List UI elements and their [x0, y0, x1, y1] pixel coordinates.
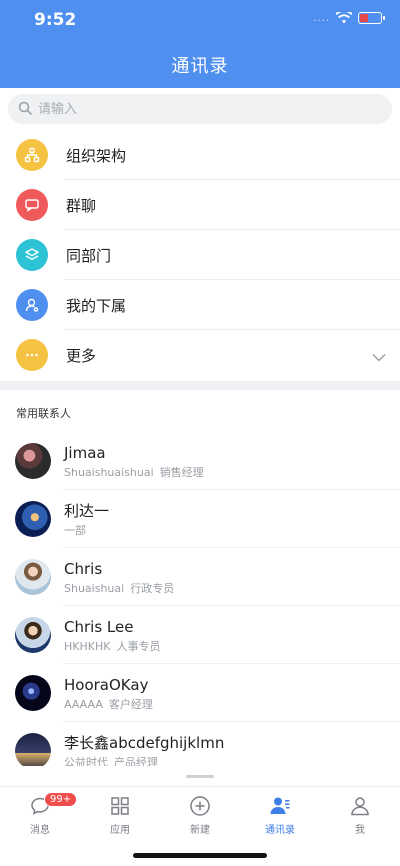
tab-label: 通讯录 — [265, 825, 295, 836]
status-icons: .... — [313, 12, 385, 24]
search-input[interactable] — [38, 101, 358, 117]
menu-item-more[interactable]: 更多 — [0, 330, 400, 380]
tab-messages[interactable]: 99+ 消息 — [0, 792, 80, 836]
contact-row[interactable]: Chris Shuaishuai 行政专员 — [0, 548, 400, 606]
profile-icon — [320, 793, 400, 819]
search-area — [0, 88, 400, 130]
tab-apps[interactable]: 应用 — [80, 793, 160, 836]
contact-row[interactable]: Jimaa Shuaishuaishuai 销售经理 — [0, 432, 400, 490]
menu-label: 我的下属 — [66, 296, 127, 315]
header-bar: 9:52 .... 通讯录 — [0, 0, 400, 88]
user-icon — [16, 289, 48, 321]
contact-account: 公益时代 — [64, 755, 108, 767]
battery-icon — [358, 12, 385, 24]
unread-badge: 99+ — [44, 792, 78, 807]
menu-item-subordinates[interactable]: 我的下属 — [0, 280, 400, 330]
tab-me[interactable]: 我 — [320, 793, 400, 836]
chevron-down-icon[interactable] — [372, 347, 386, 366]
status-time: 9:52 — [34, 10, 77, 30]
contact-name: Chris — [64, 559, 103, 578]
tab-contacts[interactable]: 通讯录 — [240, 793, 320, 836]
contact-role: 行政专员 — [130, 581, 175, 595]
contact-name: HooraOKay — [64, 675, 149, 694]
avatar — [15, 501, 51, 537]
menu-item-same-dept[interactable]: 同部门 — [0, 230, 400, 280]
contact-role: 人事专员 — [116, 639, 161, 653]
layers-icon — [16, 239, 48, 271]
contacts-screen: 9:52 .... 通讯录 组织架构 — [0, 0, 400, 866]
tab-label: 消息 — [30, 825, 50, 836]
contact-account: 一部 — [64, 523, 86, 537]
pull-handle — [186, 775, 214, 778]
menu-item-group-chat[interactable]: 群聊 — [0, 180, 400, 230]
page-title: 通讯录 — [171, 56, 229, 77]
avatar — [15, 559, 51, 595]
menu-item-org[interactable]: 组织架构 — [0, 130, 400, 180]
home-indicator — [133, 853, 267, 858]
contact-row[interactable]: HooraOKay AAAAA 客户经理 — [0, 664, 400, 722]
menu-label: 组织架构 — [66, 146, 127, 165]
contact-row[interactable]: Chris Lee HKHKHK 人事专员 — [0, 606, 400, 664]
search-icon — [18, 100, 32, 119]
avatar — [15, 675, 51, 711]
contact-row[interactable]: 利达一 一部 — [0, 490, 400, 548]
contact-account: AAAAA — [64, 697, 103, 711]
tab-new[interactable]: 新建 — [160, 793, 240, 836]
directory-menu: 组织架构 群聊 同部门 我的下属 更多 — [0, 130, 400, 380]
tab-label: 我 — [355, 825, 365, 836]
avatar — [15, 443, 51, 479]
signal-icon: .... — [313, 12, 330, 24]
section-divider — [0, 381, 400, 390]
chat-group-icon — [16, 189, 48, 221]
section-title: 常用联系人 — [16, 407, 71, 420]
contact-account: HKHKHK — [64, 639, 111, 653]
menu-label: 群聊 — [66, 196, 97, 215]
contact-role: 销售经理 — [159, 465, 204, 479]
more-icon — [16, 339, 48, 371]
frequent-contacts-list: Jimaa Shuaishuaishuai 销售经理 利达一 一部 Chris S… — [0, 432, 400, 766]
contact-account: Shuaishuaishuai — [64, 465, 154, 479]
contact-name: Jimaa — [64, 443, 106, 462]
tab-label: 应用 — [110, 825, 130, 836]
contacts-icon — [240, 793, 320, 819]
tab-bar: 99+ 消息 应用 新建 通讯录 我 — [0, 786, 400, 866]
org-chart-icon — [16, 139, 48, 171]
search-box[interactable] — [8, 94, 392, 124]
contact-name: 李长鑫abcdefghijklmn — [64, 733, 225, 752]
contact-name: 利达一 — [64, 501, 110, 520]
menu-label: 同部门 — [66, 246, 112, 265]
contact-account: Shuaishuai — [64, 581, 125, 595]
contact-role: 客户经理 — [108, 697, 153, 711]
contact-role: 产品经理 — [114, 755, 158, 767]
avatar — [15, 733, 51, 766]
contact-row[interactable]: 李长鑫abcdefghijklmn 公益时代 产品经理 — [0, 722, 400, 766]
tab-label: 新建 — [190, 825, 210, 836]
contact-name: Chris Lee — [64, 617, 134, 636]
add-circle-icon — [160, 793, 240, 819]
battery-level — [360, 14, 368, 22]
apps-grid-icon — [80, 793, 160, 819]
avatar — [15, 617, 51, 653]
wifi-icon — [336, 12, 352, 24]
menu-label: 更多 — [66, 346, 97, 365]
